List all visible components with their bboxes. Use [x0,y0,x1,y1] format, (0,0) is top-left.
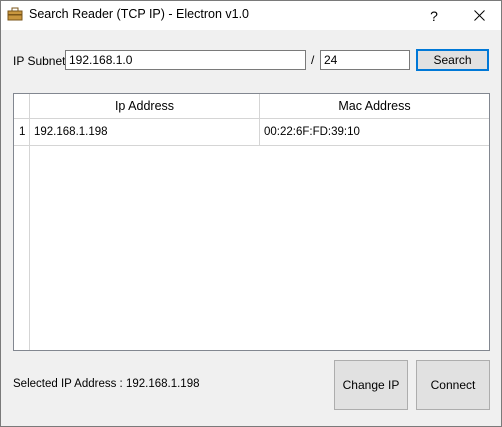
main-window: Search Reader (TCP IP) - Electron v1.0 ?… [0,0,502,427]
window-title: Search Reader (TCP IP) - Electron v1.0 [29,7,249,21]
column-header-mac-address[interactable]: Mac Address [260,94,489,118]
subnet-separator: / [311,53,315,67]
selected-ip-label: Selected IP Address : 192.168.1.198 [13,378,200,390]
search-button[interactable]: Search [416,49,489,71]
cell-ip-address[interactable]: 192.168.1.198 [30,119,260,145]
row-number: 1 [19,126,26,138]
help-button[interactable]: ? [419,1,449,30]
connect-button[interactable]: Connect [416,360,490,410]
ip-subnet-label: IP Subnet [13,54,66,68]
title-bar[interactable]: Search Reader (TCP IP) - Electron v1.0 ? [1,1,501,30]
column-header-ip-address[interactable]: Ip Address [30,94,260,118]
results-grid[interactable]: Ip Address Mac Address 1 192.168.1.198 0… [13,93,490,351]
change-ip-button[interactable]: Change IP [334,360,408,410]
grid-header: Ip Address Mac Address [14,94,489,119]
ip-subnet-input[interactable] [65,50,306,70]
close-button[interactable] [457,1,501,30]
toolbox-icon [7,7,23,21]
subnet-mask-input[interactable] [320,50,410,70]
cell-mac-address[interactable]: 00:22:6F:FD:39:10 [260,119,489,145]
close-icon [473,10,485,21]
table-row[interactable]: 1 192.168.1.198 00:22:6F:FD:39:10 [14,119,489,146]
